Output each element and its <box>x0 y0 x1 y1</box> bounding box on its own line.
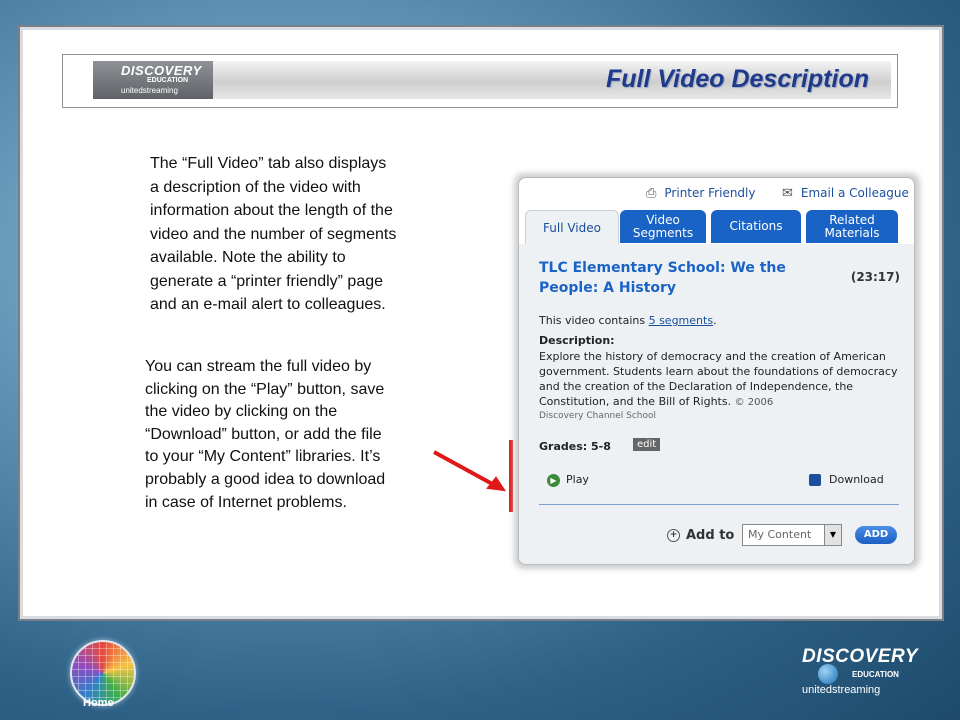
tab-label: Segments <box>632 225 694 240</box>
tab-citations[interactable]: Citations <box>711 210 801 243</box>
text-line: the video by clicking on the <box>145 403 338 421</box>
footer-logo-line-3: unitedstreaming <box>802 684 881 696</box>
video-duration: (23:17) <box>850 270 900 284</box>
email-colleague-link[interactable]: ✉ Email a Colleague <box>782 186 909 201</box>
text-line: information about the length of the <box>150 202 393 219</box>
segments-prefix: This video contains <box>539 314 649 327</box>
divider <box>539 504 899 505</box>
header-bar: DISCOVERY EDUCATION unitedstreaming Full… <box>62 54 898 108</box>
add-to-text: Add to <box>686 528 735 543</box>
text-line: video and the number of segments <box>150 225 397 243</box>
tab-related-materials[interactable]: Related Materials <box>806 210 898 243</box>
disk-icon <box>809 474 821 486</box>
download-button[interactable]: Download <box>809 473 884 486</box>
video-title: TLC Elementary School: We the People: A … <box>539 260 786 296</box>
grades-label: Grades: 5-8 <box>539 440 611 453</box>
content-library-select[interactable]: My Content ▼ <box>742 524 842 546</box>
home-label[interactable]: Home <box>83 697 114 709</box>
copyright: © 2006 <box>734 397 774 408</box>
tab-label: Citations <box>729 219 783 233</box>
tab-bar: Full Video Video Segments Citations Rela… <box>519 210 914 245</box>
plus-circle-icon: + <box>667 529 680 542</box>
logo-line-1: DISCOVERY <box>121 63 202 78</box>
segments-info: This video contains 5 segments. <box>539 314 717 327</box>
description-paragraph: The “Full Video” tab also displays a des… <box>150 152 450 317</box>
video-details-screenshot: ⎙ Printer Friendly ✉ Email a Colleague Ful… <box>518 177 915 565</box>
play-icon: ▶ <box>547 473 560 487</box>
video-description: Explore the history of democracy and the… <box>539 349 899 410</box>
text-line: in case of Internet problems. <box>145 493 347 511</box>
play-label: Play <box>566 473 589 486</box>
add-to-label: + Add to <box>667 528 734 543</box>
description-label: Description: <box>539 334 615 347</box>
text-line: The “Full Video” tab also displays <box>150 155 387 172</box>
footer-logo-line-2: EDUCATION <box>852 670 899 679</box>
tab-label: Related <box>829 212 875 227</box>
text-line: probably a good idea to download <box>145 470 386 488</box>
text-line: to your “My Content” libraries. It’s <box>145 448 381 466</box>
tab-label: Materials <box>824 225 880 240</box>
description-text: Explore the history of democracy and the… <box>539 350 898 408</box>
printer-friendly-link[interactable]: ⎙ Printer Friendly <box>646 186 755 201</box>
footer-discovery-logo: DISCOVERY EDUCATION unitedstreaming <box>800 646 918 702</box>
red-arrow-icon <box>433 440 513 512</box>
page-title: Full Video Description <box>606 65 869 93</box>
segments-link[interactable]: 5 segments <box>649 314 713 327</box>
text-line: available. Note the ability to <box>150 249 346 266</box>
text-line: a description of the video with <box>150 178 361 196</box>
printer-friendly-label: Printer Friendly <box>664 186 756 200</box>
play-button[interactable]: ▶ Play <box>547 473 589 487</box>
tab-label: Full Video <box>543 220 601 235</box>
video-source: Discovery Channel School <box>539 411 657 421</box>
printer-icon: ⎙ <box>646 186 657 201</box>
tab-label: Video <box>646 212 680 227</box>
footer-logo-line-1: DISCOVERY <box>802 646 919 667</box>
text-line: “Download” button, or add the file <box>145 425 382 443</box>
text-line: You can stream the full video by <box>145 358 372 375</box>
globe-icon <box>818 664 838 684</box>
tab-video-segments[interactable]: Video Segments <box>620 210 706 243</box>
tab-full-video[interactable]: Full Video <box>525 210 619 245</box>
select-value: My Content <box>748 528 812 541</box>
segments-suffix: . <box>713 314 717 327</box>
logo-line-3: unitedstreaming <box>121 86 178 95</box>
text-line: generate a “printer friendly” page <box>150 272 384 290</box>
text-line: clicking on the “Play” button, save <box>145 380 385 398</box>
download-label: Download <box>829 473 884 486</box>
stream-paragraph: You can stream the full video by clickin… <box>145 356 445 514</box>
add-button[interactable]: ADD <box>855 526 897 544</box>
edit-button[interactable]: edit <box>633 438 661 451</box>
discovery-education-logo: DISCOVERY EDUCATION unitedstreaming <box>93 61 213 99</box>
chevron-down-icon[interactable]: ▼ <box>824 525 841 545</box>
full-video-panel: TLC Elementary School: We the People: A … <box>519 244 914 564</box>
email-colleague-label: Email a Colleague <box>800 186 909 200</box>
text-line: and an e-mail alert to colleagues. <box>150 296 386 313</box>
logo-line-2: EDUCATION <box>147 77 189 84</box>
envelope-icon: ✉ <box>782 186 793 201</box>
